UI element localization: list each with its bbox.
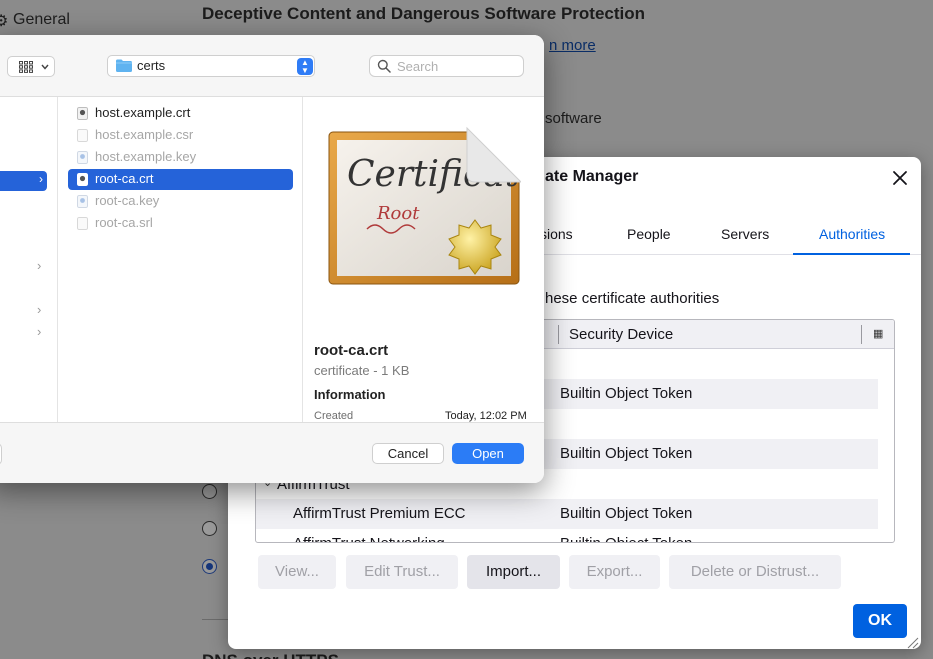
file-name: host.example.key xyxy=(95,149,197,164)
ok-button[interactable]: OK xyxy=(853,604,907,638)
select-stepper-icon: ▲ ▼ xyxy=(297,58,313,75)
gear-icon: ⚙ xyxy=(0,13,9,30)
file-name: root-ca.key xyxy=(95,193,160,208)
learn-more-link[interactable]: n more xyxy=(549,37,596,54)
search-icon xyxy=(377,59,391,73)
search-input[interactable] xyxy=(397,58,517,75)
column-separator[interactable] xyxy=(861,325,862,344)
cert-device: Builtin Object Token xyxy=(560,385,693,402)
key-file-icon xyxy=(77,195,88,208)
tab-servers[interactable]: Servers xyxy=(721,226,769,242)
active-tab-indicator xyxy=(793,253,910,255)
doc-file-icon xyxy=(77,217,88,230)
table-row[interactable]: AffirmTrust Networking Builtin Object To… xyxy=(256,529,878,542)
certificate-preview-icon: Certificate Root xyxy=(328,126,521,285)
radio-option-1[interactable] xyxy=(202,484,217,499)
cert-device: Builtin Object Token xyxy=(560,505,693,522)
export-button[interactable]: Export... xyxy=(569,555,660,589)
cert-name: AffirmTrust Networking xyxy=(293,535,445,542)
open-file-dialog: certs ▲▼ › › › › host.example.crt xyxy=(0,35,544,483)
file-list-column: host.example.crt host.example.csr host.e… xyxy=(58,97,303,422)
radio-option-2[interactable] xyxy=(202,521,217,536)
grid-view-icon xyxy=(19,61,33,73)
file-dialog-footer: Cancel Open xyxy=(0,422,544,483)
section-heading-dns: DNS over HTTPS xyxy=(202,651,339,659)
cert-name: AffirmTrust Premium ECC xyxy=(293,505,466,522)
cancel-button[interactable]: Cancel xyxy=(372,443,444,464)
column-picker-icon[interactable]: ▦ xyxy=(873,327,883,340)
folder-icon xyxy=(116,59,132,72)
cert-device: Builtin Object Token xyxy=(560,535,692,542)
search-field[interactable] xyxy=(369,55,524,77)
preview-created-value: Today, 12:02 PM xyxy=(445,410,527,422)
options-button[interactable] xyxy=(0,443,2,465)
file-name: host.example.csr xyxy=(95,127,194,142)
setting-label-software: software xyxy=(545,110,602,127)
close-icon[interactable] xyxy=(889,167,911,189)
file-dialog-toolbar: certs ▲ ▼ xyxy=(0,35,544,97)
cert-file-icon xyxy=(77,107,88,120)
folder-location-select[interactable]: certs ▲ ▼ xyxy=(107,55,315,77)
column-separator[interactable] xyxy=(558,325,559,344)
preview-info-heading: Information xyxy=(314,387,386,402)
file-name: root-ca.srl xyxy=(95,215,153,230)
file-item: root-ca.srl xyxy=(68,213,293,234)
file-item-selected[interactable]: root-ca.crt xyxy=(68,169,293,190)
folder-name: certs xyxy=(137,58,166,73)
view-button[interactable]: View... xyxy=(258,555,336,589)
authorities-description: hese certificate authorities xyxy=(545,290,720,307)
file-item[interactable]: host.example.crt xyxy=(68,103,293,124)
file-item: root-ca.key xyxy=(68,191,293,212)
import-button[interactable]: Import... xyxy=(467,555,560,589)
sidebar-item-general[interactable]: General xyxy=(13,11,70,29)
chevron-right-icon: › xyxy=(39,172,43,186)
preview-created-label: Created xyxy=(314,410,354,422)
tab-your-certificates[interactable]: sions xyxy=(540,226,573,242)
view-mode-button[interactable] xyxy=(7,56,55,77)
delete-or-distrust-button[interactable]: Delete or Distrust... xyxy=(669,555,841,589)
doc-file-icon xyxy=(77,129,88,142)
file-preview-pane: Certificate Root root-ca.crt certificate… xyxy=(303,97,544,422)
file-name: host.example.crt xyxy=(95,105,191,120)
tab-people[interactable]: People xyxy=(627,226,671,242)
radio-option-3-selected[interactable] xyxy=(202,559,217,574)
file-dialog-sidebar: › › › › xyxy=(0,97,58,422)
file-item: host.example.csr xyxy=(68,125,293,146)
table-row[interactable]: AffirmTrust Premium ECC Builtin Object T… xyxy=(256,499,878,529)
edit-trust-button[interactable]: Edit Trust... xyxy=(346,555,458,589)
column-header-security-device[interactable]: Security Device xyxy=(569,326,673,343)
open-button[interactable]: Open xyxy=(452,443,524,464)
chevron-right-icon[interactable]: › xyxy=(37,324,41,339)
chevron-down-icon xyxy=(41,64,49,70)
chevron-right-icon[interactable]: › xyxy=(37,258,41,273)
dialog-title: ate Manager xyxy=(545,168,639,185)
file-item: host.example.key xyxy=(68,147,293,168)
file-name: root-ca.crt xyxy=(95,171,154,186)
key-file-icon xyxy=(77,151,88,164)
resize-grip-icon[interactable] xyxy=(905,635,919,649)
section-heading-deceptive-content: Deceptive Content and Dangerous Software… xyxy=(202,4,646,23)
cert-file-icon xyxy=(77,173,88,186)
cert-device: Builtin Object Token xyxy=(560,445,693,462)
certificate-image-subtitle: Root xyxy=(376,203,420,224)
preview-file-name: root-ca.crt xyxy=(314,342,389,359)
chevron-right-icon[interactable]: › xyxy=(37,302,41,317)
preview-file-kind: certificate - 1 KB xyxy=(314,363,410,378)
tab-authorities[interactable]: Authorities xyxy=(819,226,885,242)
